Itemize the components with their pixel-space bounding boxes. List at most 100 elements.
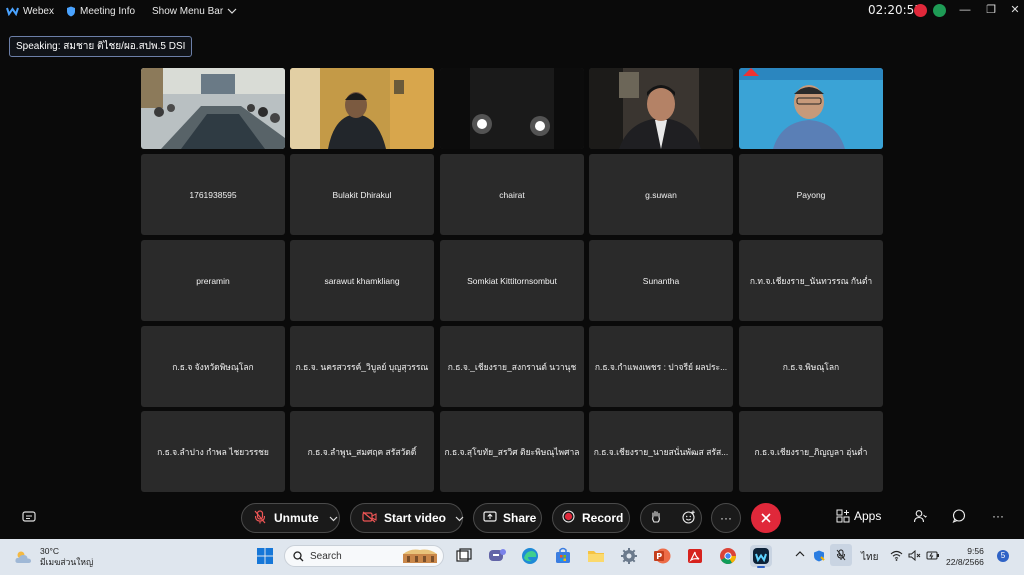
apps-grid-icon [836, 509, 850, 523]
participant-tile[interactable]: 1761938595 [141, 154, 285, 235]
meeting-info-button[interactable]: Meeting Info [66, 0, 135, 22]
video-tile-dark-room[interactable] [440, 68, 584, 149]
show-menu-bar-button[interactable]: Show Menu Bar [152, 0, 237, 22]
microsoft-store-icon[interactable] [552, 545, 574, 567]
participant-name: ก.ธ.จ.สุโขทัย_สรวิศ ติยะพิษณุไพศาล [444, 446, 580, 457]
record-button[interactable]: Record [552, 503, 630, 533]
participant-tile[interactable]: ก.ธ.จ.ลำปาง กำพล ไชยวรรชย [141, 411, 285, 492]
weather-description: มีเมฆส่วนใหญ่ [40, 557, 94, 567]
more-options-label: ··· [720, 511, 732, 525]
system-time: 9:56 [967, 546, 984, 556]
webex-taskbar-icon[interactable] [750, 545, 772, 568]
powerpoint-icon[interactable]: P [651, 545, 673, 567]
video-tile-person-office[interactable] [290, 68, 434, 149]
participant-tile[interactable]: Somkiat Kittitornsombut [440, 240, 584, 321]
input-language[interactable]: ไทย [861, 550, 878, 565]
participants-icon[interactable] [913, 509, 927, 528]
task-view-icon[interactable] [453, 545, 475, 567]
overflow-menu-button[interactable]: ··· [992, 509, 1004, 523]
participant-name: ก.ธ.จ.พิษณุโลก [782, 361, 840, 372]
participant-tile[interactable]: sarawut khamkliang [290, 240, 434, 321]
video-tile-conference-room[interactable] [141, 68, 285, 149]
participant-tile[interactable]: ก.ธ.จ.เชียงราย_ภิญญลา อุ่นต่ำ [739, 411, 883, 492]
file-explorer-icon[interactable] [585, 545, 607, 567]
network-health-icon[interactable] [933, 4, 946, 17]
wifi-icon[interactable] [890, 550, 903, 564]
participant-tile[interactable]: ก.ธ.จ.เชียงราย_นายสนั่นพัฒส สรัส... [589, 411, 733, 492]
share-button[interactable]: Share [473, 503, 542, 533]
participant-tile[interactable]: ก.ธ.จ._เชียงราย_สงกรานต์ นวานุช [440, 326, 584, 407]
microphone-muted-icon [254, 509, 266, 527]
system-clock[interactable]: 9:56 22/8/2566 [946, 546, 984, 568]
apps-button[interactable]: Apps [836, 509, 881, 523]
video-tile-man-suit[interactable] [589, 68, 733, 149]
participant-tile[interactable]: ก.ธ.จ. นครสวรรค์_วิบูลย์ บุญสุวรรณ [290, 326, 434, 407]
volume-muted-icon[interactable] [908, 549, 921, 564]
microphone-tray-icon[interactable] [830, 544, 852, 566]
notification-badge[interactable]: 5 [997, 550, 1009, 562]
man-suit-video [589, 68, 733, 149]
chevron-down-icon [227, 8, 237, 14]
unmute-button[interactable]: Unmute [241, 503, 340, 533]
more-options-button[interactable]: ··· [711, 503, 741, 533]
share-screen-icon [483, 510, 497, 526]
raise-hand-icon[interactable] [650, 510, 662, 527]
svg-text:P: P [656, 552, 662, 561]
participant-tile[interactable]: ก.ธ.จ.กำแพงเพชร : ปาจรีย์ ผลประ... [589, 326, 733, 407]
recording-indicator-icon[interactable] [914, 4, 927, 17]
participant-tile[interactable]: chairat [440, 154, 584, 235]
app-name: Webex [23, 5, 54, 17]
start-menu-icon[interactable] [254, 545, 276, 567]
teams-chat-icon[interactable] [486, 545, 508, 567]
conference-room-video [141, 68, 285, 149]
chevron-down-icon[interactable] [329, 511, 338, 525]
record-label: Record [582, 511, 624, 525]
acrobat-reader-icon[interactable] [684, 545, 706, 567]
video-tile-man-blue-background[interactable] [739, 68, 883, 149]
settings-gear-icon[interactable] [618, 545, 640, 567]
battery-icon[interactable] [926, 550, 940, 564]
restore-icon[interactable]: ❐ [984, 3, 998, 17]
participant-name: sarawut khamkliang [324, 275, 400, 286]
share-label: Share [503, 511, 537, 525]
chrome-icon[interactable] [717, 545, 739, 567]
captions-icon[interactable] [22, 510, 36, 528]
participant-tile[interactable]: ก.ธ.จ.พิษณุโลก [739, 326, 883, 407]
participant-tile[interactable]: Sunantha [589, 240, 733, 321]
participant-tile[interactable]: Payong [739, 154, 883, 235]
participant-name: ก.ธ.จ.ลำปาง กำพล ไชยวรรชย [157, 446, 269, 457]
minimize-icon[interactable]: — [958, 3, 972, 17]
participant-name: ก.ธ.จ.เชียงราย_ภิญญลา อุ่นต่ำ [754, 446, 868, 457]
participant-tile[interactable]: preramin [141, 240, 285, 321]
title-bar: Webex Meeting Info Show Menu Bar 02:20:5… [0, 0, 1024, 22]
participant-tile[interactable]: ก.ธ.จ.สุโขทัย_สรวิศ ติยะพิษณุไพศาล [440, 411, 584, 492]
cloudy-icon [15, 551, 31, 563]
participant-name: Sunantha [642, 275, 680, 286]
close-icon[interactable]: ✕ [1008, 3, 1022, 17]
reactions-icon[interactable] [682, 510, 696, 527]
start-video-button[interactable]: Start video [350, 503, 464, 533]
defender-icon[interactable] [813, 550, 825, 565]
participant-tile[interactable]: ก.ธ.จ จังหวัดพิษณุโลก [141, 326, 285, 407]
participant-tile[interactable]: Bulakit Dhirakul [290, 154, 434, 235]
temperature: 30°C [40, 546, 59, 556]
chat-icon[interactable] [952, 509, 966, 528]
apps-label: Apps [854, 509, 882, 523]
leave-meeting-button[interactable] [751, 503, 781, 533]
participant-name: chairat [499, 189, 525, 200]
show-menu-bar-label: Show Menu Bar [152, 5, 224, 17]
participant-name: ก.ธ.จ. นครสวรรค์_วิบูลย์ บุญสุวรรณ [295, 361, 429, 372]
webex-app-menu[interactable]: Webex [6, 0, 54, 22]
participant-tile[interactable]: ก.ท.จ.เชียงราย_นันทวรรณ กันต่ำ [739, 240, 883, 321]
participant-name: ก.ธ.จ.กำแพงเพชร : ปาจรีย์ ผลประ... [594, 361, 728, 372]
edge-browser-icon[interactable] [519, 545, 541, 567]
weather-widget[interactable]: 30°C มีเมฆส่วนใหญ่ [14, 546, 93, 568]
chevron-up-icon[interactable] [795, 550, 805, 561]
chevron-down-icon[interactable] [455, 511, 464, 525]
participant-tile[interactable]: ก.ธ.จ.ลำพูน_สมศฤค สรัสวัดดิ์ [290, 411, 434, 492]
close-icon [761, 513, 771, 523]
record-icon [562, 510, 575, 526]
participant-tile[interactable]: g.suwan [589, 154, 733, 235]
taskbar-search[interactable]: Search [284, 545, 444, 567]
system-date: 22/8/2566 [946, 557, 984, 567]
